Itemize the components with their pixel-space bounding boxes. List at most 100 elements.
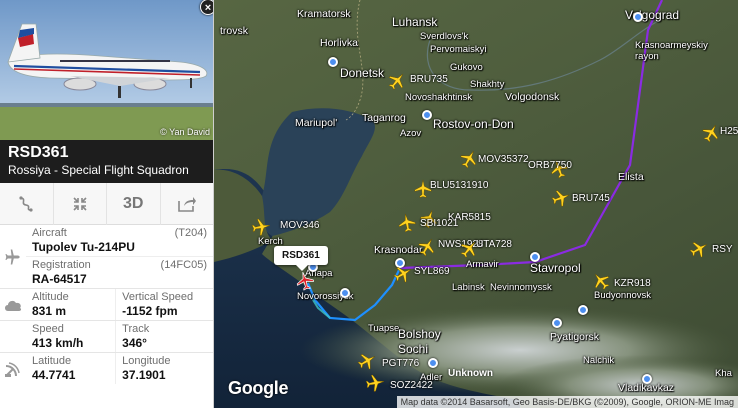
map-attribution[interactable]: Map data ©2014 Basarsoft, Geo Basis-DE/B…	[396, 396, 738, 408]
aircraft-code: (T204)	[174, 227, 207, 239]
map-city-label: Novoshakhtinsk	[405, 92, 473, 103]
speed-label: Speed	[32, 323, 64, 335]
registration-value: RA-64517	[32, 272, 87, 286]
share-icon	[177, 196, 196, 212]
aircraft-value: Tupolev Tu-214PU	[32, 240, 135, 254]
map-city-label: Stavropol	[530, 261, 581, 275]
close-panel-button[interactable]: ×	[200, 0, 213, 15]
map-city-label: Pyatigorsk	[550, 331, 600, 343]
aircraft-marker-icon[interactable]	[416, 236, 438, 258]
flight-callsign-label[interactable]: H25	[720, 126, 738, 137]
aircraft-photo[interactable]: © Yan David	[0, 0, 213, 140]
map-city-label: Krasnoarmeyskiy rayon	[635, 40, 708, 62]
aircraft-marker-icon[interactable]	[590, 270, 612, 292]
map-city-label: Bolshoy Sochi	[398, 327, 441, 356]
aircraft-marker-icon[interactable]	[550, 187, 572, 209]
cloud-icon	[0, 289, 26, 320]
aircraft-icon	[0, 225, 26, 288]
city-pin[interactable]	[642, 374, 652, 384]
map-city-label: Shakhty	[470, 79, 505, 90]
position-row: Latitude 44.7741 Longitude 37.1901	[0, 353, 213, 384]
view-3d-button[interactable]: 3D	[107, 182, 161, 225]
flight-callsign-label[interactable]: MOV35372	[478, 154, 529, 165]
flight-callsign-label[interactable]: BRU735	[410, 74, 448, 85]
aircraft-marker-icon[interactable]	[250, 216, 272, 238]
city-pin[interactable]	[340, 288, 350, 298]
radar-icon	[0, 353, 26, 384]
map-city-label: Nalchik	[583, 355, 615, 366]
map-city-label: Nevinnomyssk	[490, 282, 552, 293]
aircraft-type-cell: (T204) Aircraft Tupolev Tu-214PU	[26, 225, 213, 257]
track-value: 346°	[122, 336, 147, 350]
flight-callsign-label[interactable]: BRU745	[572, 193, 610, 204]
registration-code: (14FC05)	[160, 259, 207, 271]
map-city-label: Taganrog	[362, 112, 406, 124]
map-city-label: Kramatorsk	[297, 8, 351, 20]
map-city-label: Volgodonsk	[505, 91, 560, 103]
route-icon	[19, 195, 33, 212]
longitude-value: 37.1901	[122, 368, 166, 382]
altitude-cell: Altitude 831 m	[26, 289, 117, 320]
selected-plane-icon[interactable]	[294, 270, 316, 292]
city-pin[interactable]	[428, 358, 438, 368]
map-city-label: Tuapse	[368, 323, 400, 334]
map-city-label: Donetsk	[340, 66, 385, 80]
map-city-label: Rostov-on-Don	[433, 117, 514, 131]
latitude-label: Latitude	[32, 355, 72, 367]
flight-callsign-label[interactable]: SBI1021	[420, 218, 458, 229]
fit-view-button[interactable]	[54, 182, 107, 225]
route-button[interactable]	[0, 182, 54, 225]
latitude-cell: Latitude 44.7741	[26, 353, 117, 384]
flight-info-panel: © Yan David × RSD361 Rossiya - Special F…	[0, 0, 214, 408]
fit-view-icon	[73, 196, 87, 211]
aircraft-marker-icon[interactable]	[458, 148, 480, 170]
longitude-cell: Longitude 37.1901	[116, 353, 213, 384]
aircraft-marker-icon[interactable]	[356, 350, 378, 372]
airline-name: Rossiya - Special Flight Squadron	[8, 163, 189, 177]
speed-cell: Speed 413 km/h	[26, 321, 117, 352]
flight-callsign-label[interactable]: RSY	[712, 244, 733, 255]
map-city-label: Armavir	[466, 259, 499, 270]
selected-flight-callout[interactable]: RSD361	[274, 246, 328, 271]
vertical-speed-value: -1152 fpm	[122, 304, 178, 318]
flight-callsign-label[interactable]: KZR918	[614, 278, 651, 289]
photo-credit: © Yan David	[160, 127, 210, 137]
aircraft-info-group: (T204) Aircraft Tupolev Tu-214PU (14FC05…	[0, 225, 213, 289]
map-city-label: Luhansk	[392, 15, 438, 29]
share-button[interactable]	[161, 183, 214, 225]
city-pin[interactable]	[633, 12, 643, 22]
map-city-label: Azov	[400, 128, 422, 139]
app-root: Kramatorsk Luhansk Volgograd trovsk Horl…	[0, 0, 738, 408]
flight-callsign-label[interactable]: ORB7750	[528, 160, 572, 171]
city-pin[interactable]	[530, 252, 540, 262]
aircraft-marker-icon[interactable]	[386, 70, 408, 92]
vertical-speed-label: Vertical Speed	[122, 291, 194, 303]
flight-callsign-label[interactable]: SYL869	[414, 266, 450, 277]
map-city-label: Pervomaiskyi	[430, 44, 487, 55]
city-pin[interactable]	[422, 110, 432, 120]
flight-callsign-label[interactable]: PGT776	[382, 358, 419, 369]
aircraft-marker-icon[interactable]	[396, 212, 418, 234]
aircraft-marker-icon[interactable]	[688, 238, 710, 260]
aircraft-photo-image	[0, 0, 213, 140]
city-pin[interactable]	[578, 305, 588, 315]
speed-value: 413 km/h	[32, 336, 84, 350]
flight-callsign-label[interactable]: MOV346	[280, 220, 319, 231]
aircraft-marker-icon[interactable]	[364, 372, 386, 394]
map-city-label: Labinsk	[452, 282, 485, 293]
map-city-label: Mariupol'	[295, 117, 338, 129]
panel-toolbar: 3D	[0, 182, 214, 225]
altitude-label: Altitude	[32, 291, 69, 303]
map-city-label: Elista	[618, 171, 644, 183]
altitude-value: 831 m	[32, 304, 67, 318]
map-city-label: trovsk	[220, 25, 249, 37]
aircraft-marker-icon[interactable]	[700, 122, 722, 144]
flight-callsign-label[interactable]: SOZ2422	[390, 380, 433, 391]
city-pin[interactable]	[328, 57, 338, 67]
latitude-value: 44.7741	[32, 368, 76, 382]
flight-callsign-label[interactable]: UTA728	[476, 239, 512, 250]
flight-title-bar: RSD361 Rossiya - Special Flight Squadron	[0, 140, 213, 183]
flight-callsign-label[interactable]: BLU5131910	[430, 180, 488, 191]
city-pin[interactable]	[552, 318, 562, 328]
aircraft-marker-icon[interactable]	[392, 263, 414, 285]
